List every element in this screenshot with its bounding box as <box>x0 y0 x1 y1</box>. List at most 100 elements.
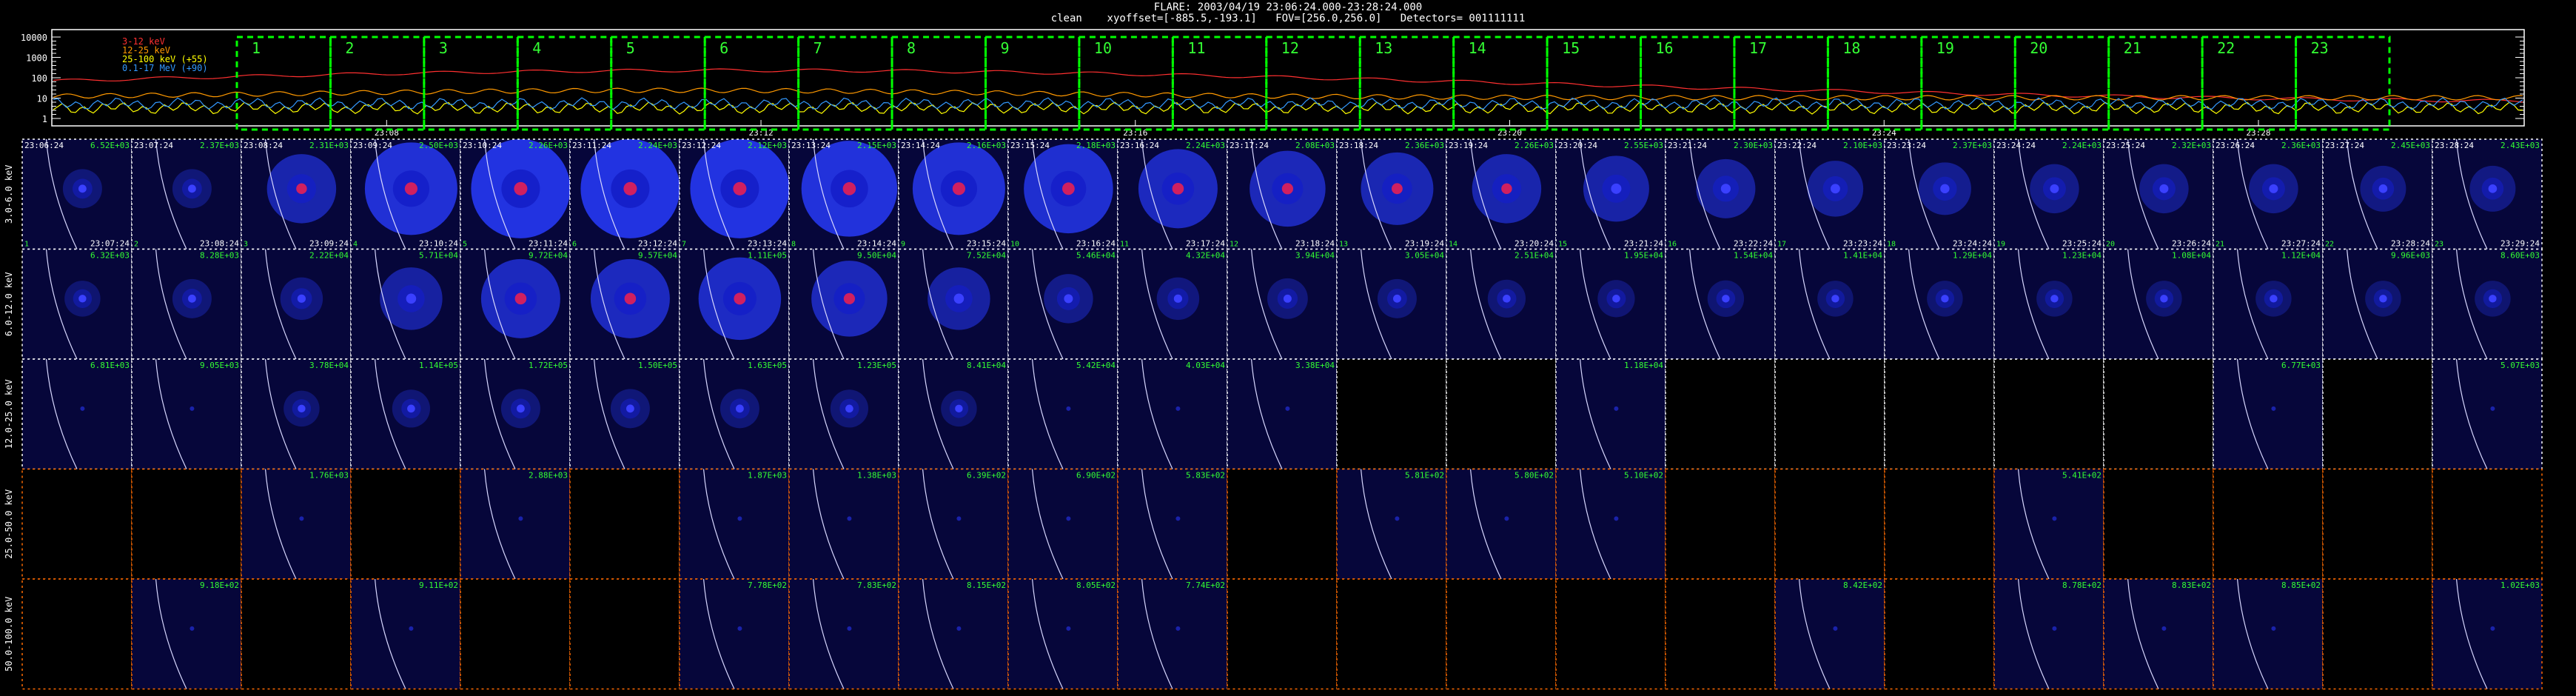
image-cell: 8.42E+02 <box>1774 578 1885 690</box>
interval-number: 17 <box>1749 39 1767 57</box>
interval-number: 8 <box>907 39 916 57</box>
image-background <box>241 579 351 689</box>
image-cell: 8.85E+02 <box>2213 578 2324 690</box>
source-core <box>624 292 637 305</box>
time-start-label: 23:17:24 <box>1230 141 1269 150</box>
peak-value-label: 8.85E+02 <box>2281 580 2321 590</box>
image-background <box>460 579 570 689</box>
peak-value-label: 1.41E+04 <box>1843 251 1882 261</box>
source-core <box>1393 294 1401 303</box>
interval-number: 23 <box>2311 39 2329 57</box>
peak-value-label: 8.60E+03 <box>2500 251 2540 261</box>
image-background <box>789 469 899 579</box>
peak-value-label: 8.05E+02 <box>1076 580 1116 590</box>
interval-index-label: 21 <box>2216 241 2224 249</box>
interval-index-label: 13 <box>1339 241 1348 249</box>
image-background <box>22 579 132 689</box>
source-core <box>2489 295 2497 303</box>
image-cell <box>131 468 242 580</box>
interval-number: 6 <box>720 39 728 57</box>
image-cell: 8.05E+02 <box>1007 578 1118 690</box>
image-cell <box>1446 578 1557 690</box>
image-background <box>1446 579 1556 689</box>
image-cell: 8.83E+02 <box>2103 578 2214 690</box>
image-cell: 23:09:24 23:10:24 4 2.50E+03 <box>350 138 461 250</box>
image-cell: 5.46E+04 <box>1007 248 1118 360</box>
image-background <box>22 469 132 579</box>
peak-value-label: 2.32E+03 <box>2172 141 2211 150</box>
peak-value-label: 8.78E+02 <box>2062 580 2102 590</box>
source-core <box>2052 516 2057 521</box>
peak-value-label: 6.39E+02 <box>967 471 1006 481</box>
image-background <box>1118 359 1227 469</box>
interval-index-label: 11 <box>1120 241 1129 249</box>
image-cell <box>1665 358 1776 470</box>
image-cell: 3.05E+04 <box>1336 248 1447 360</box>
time-end-label: 23:26:24 <box>2172 239 2211 249</box>
peak-value-label: 3.78E+04 <box>309 361 349 370</box>
peak-value-label: 1.23E+05 <box>857 361 896 370</box>
source-core <box>517 404 525 413</box>
source-core <box>733 181 747 195</box>
time-end-label: 23:13:24 <box>748 239 787 249</box>
time-end-label: 23:27:24 <box>2281 239 2321 249</box>
peak-value-label: 1.63E+05 <box>748 361 787 370</box>
source-core <box>80 406 85 411</box>
energy-band-label: 6.0-12.0 keV <box>4 272 14 336</box>
image-background <box>241 469 351 579</box>
peak-value-label: 6.52E+03 <box>90 141 130 150</box>
peak-value-label: 5.10E+02 <box>1624 471 1663 481</box>
image-cell: 9.72E+04 <box>460 248 571 360</box>
source-core <box>514 181 528 195</box>
image-cell: 1.23E+05 <box>788 358 899 470</box>
time-end-label: 23:16:24 <box>1076 239 1116 249</box>
image-cell: 1.41E+04 <box>1774 248 1885 360</box>
image-background <box>899 579 1008 689</box>
source-core <box>956 626 962 631</box>
energy-band-label: 50.0-100.0 keV <box>4 597 14 672</box>
peak-value-label: 2.24E+03 <box>2062 141 2102 150</box>
interval-number: 21 <box>2124 39 2141 57</box>
image-cell: 3.38E+04 <box>1227 358 1338 470</box>
interval-index-label: 10 <box>1010 241 1019 249</box>
image-cell: 23:22:24 23:23:24 17 2.10E+03 <box>1774 138 1885 250</box>
source-core <box>188 184 196 193</box>
source-core <box>1064 294 1073 304</box>
image-cell: 23:07:24 23:08:24 2 2.37E+03 <box>131 138 242 250</box>
source-core <box>1722 295 1730 303</box>
source-core <box>1066 516 1071 521</box>
image-background <box>1446 469 1556 579</box>
y-tick-label: 1000 <box>26 53 47 64</box>
peak-value-label: 6.81E+03 <box>90 361 130 370</box>
source-core <box>406 293 417 304</box>
image-cell: 23:23:24 23:24:24 18 2.37E+03 <box>1884 138 1995 250</box>
peak-value-label: 3.05E+04 <box>1405 251 1444 261</box>
image-cell: 23:11:24 23:12:24 6 2.24E+03 <box>569 138 680 250</box>
source-core <box>1503 295 1511 303</box>
interval-number: 4 <box>532 39 541 57</box>
image-cell <box>350 468 461 580</box>
image-cell: 1.76E+03 <box>241 468 352 580</box>
image-background <box>1337 359 1446 469</box>
image-background <box>2323 469 2432 579</box>
image-background <box>2323 359 2432 469</box>
image-background <box>351 579 460 689</box>
interval-index-label: 2 <box>134 241 138 249</box>
image-cell: 5.41E+02 <box>1993 468 2104 580</box>
image-cell <box>1993 358 2104 470</box>
image-cell: 1.18E+04 <box>1555 358 1666 470</box>
image-cell: 2.51E+04 <box>1446 248 1557 360</box>
image-cell: 7.74E+02 <box>1117 578 1228 690</box>
image-background <box>2213 469 2323 579</box>
peak-value-label: 8.15E+02 <box>967 580 1006 590</box>
time-start-label: 23:19:24 <box>1449 141 1488 150</box>
image-cell: 6.77E+03 <box>2213 358 2324 470</box>
image-cell <box>241 578 352 690</box>
source-core <box>2050 184 2059 193</box>
image-cell: 23:13:24 23:14:24 8 2.15E+03 <box>788 138 899 250</box>
image-cell: 23:15:24 23:16:24 10 2.18E+03 <box>1007 138 1118 250</box>
image-background <box>2213 579 2323 689</box>
image-cell: 23:10:24 23:11:24 5 2.26E+03 <box>460 138 571 250</box>
peak-value-label: 6.77E+03 <box>2281 361 2321 370</box>
source-core <box>78 184 87 193</box>
